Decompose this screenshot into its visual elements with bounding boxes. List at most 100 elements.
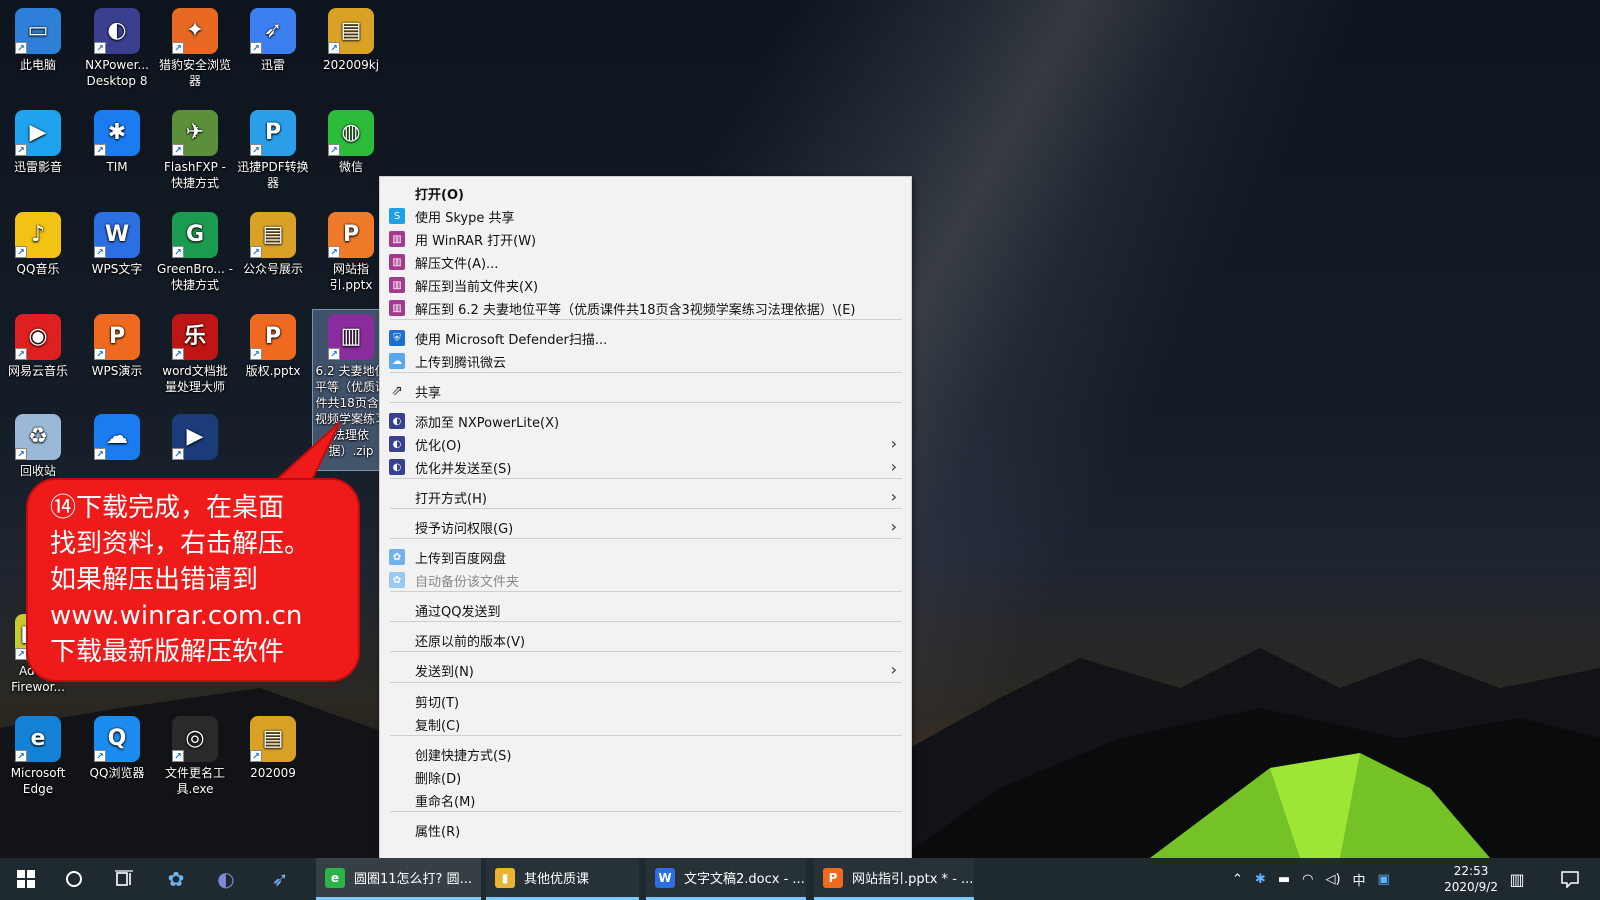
wifi-icon[interactable]: ◠ xyxy=(1302,872,1313,887)
desktop-icon[interactable]: ◐ ↗ NXPower... Desktop 8 xyxy=(79,4,155,89)
start-button[interactable] xyxy=(8,858,44,900)
context-menu-item[interactable]: 授予访问权限(G) › xyxy=(380,515,911,538)
pinned-thunder[interactable]: ➶ xyxy=(262,858,298,900)
context-menu-item[interactable]: 打开(O) xyxy=(380,181,911,204)
context-menu-item-label: 删除(D) xyxy=(415,772,462,787)
pinned-nxpowerlite[interactable]: ◐ xyxy=(208,858,244,900)
desktop-icon[interactable]: P ↗ WPS演示 xyxy=(79,310,155,379)
instruction-callout: ⑭下载完成，在桌面 找到资料，右击解压。 如果解压出错请到 www.winrar… xyxy=(26,478,360,682)
desktop-icon[interactable]: ✦ ↗ 猎豹安全浏览器 xyxy=(157,4,233,89)
context-menu-item-label: 使用 Microsoft Defender扫描... xyxy=(415,333,608,348)
desktop-icon[interactable]: ▤ ↗ 202009kj xyxy=(313,4,389,73)
desktop-icon[interactable]: e ↗ Microsoft Edge xyxy=(0,712,76,797)
context-menu-item[interactable]: ✿ 上传到百度网盘 xyxy=(380,545,911,568)
volume-icon[interactable]: ◁) xyxy=(1325,872,1340,887)
desktop-icon[interactable]: ♪ ↗ QQ音乐 xyxy=(0,208,76,277)
context-menu-item[interactable]: ▥ 解压到 6.2 夫妻地位平等（优质课件共18页含3视频学案练习法理依据）\(E… xyxy=(380,296,911,319)
app-icon: P ↗ xyxy=(94,314,140,360)
context-menu-item[interactable]: 删除(D) xyxy=(380,765,911,788)
shortcut-arrow-icon: ↗ xyxy=(250,42,262,54)
nxpowerlite-icon: ◐ xyxy=(389,459,405,475)
desktop-icon[interactable]: ♻ ↗ 回收站 xyxy=(0,410,76,479)
show-hidden-icons-button[interactable]: ⌃ xyxy=(1232,872,1243,887)
context-menu-item[interactable]: ⇗ 共享 xyxy=(380,379,911,402)
context-menu-item[interactable]: S 使用 Skype 共享 xyxy=(380,204,911,227)
context-menu-item[interactable]: ⛨ 使用 Microsoft Defender扫描... xyxy=(380,326,911,349)
desktop-icon[interactable]: ◍ ↗ 微信 xyxy=(313,106,389,175)
nxpowerlite-icon: ◐ xyxy=(389,413,405,429)
magnifier-tray-button[interactable]: ▥ xyxy=(1502,858,1532,900)
desktop-icon-label: 网易云音乐 xyxy=(7,364,68,378)
shortcut-arrow-icon: ↗ xyxy=(15,750,27,762)
app-icon: ♻ ↗ xyxy=(15,414,61,460)
app-icon: ☁ ↗ xyxy=(94,414,140,460)
desktop-icon[interactable]: P ↗ 版权.pptx xyxy=(235,310,311,379)
desktop-icon[interactable]: ◎ ↗ 文件更名工具.exe xyxy=(157,712,233,797)
context-menu-item[interactable]: ▥ 解压文件(A)... xyxy=(380,250,911,273)
task-view-button[interactable] xyxy=(106,858,142,900)
desktop-icon[interactable]: ✈ ↗ FlashFXP - 快捷方式 xyxy=(157,106,233,191)
context-menu-item[interactable]: 重命名(M) xyxy=(380,788,911,811)
desktop-icon-label: WPS文字 xyxy=(91,262,143,276)
shortcut-arrow-icon: ↗ xyxy=(15,348,27,360)
pinned-baidu-netdisk[interactable]: ✿ xyxy=(158,858,194,900)
nxpowerlite-icon: ◐ xyxy=(217,867,235,891)
clock[interactable]: 22:53 2020/9/2 xyxy=(1444,863,1498,895)
winrar-icon: ▥ xyxy=(389,300,405,316)
desktop-icon[interactable]: P ↗ 网站指引.pptx xyxy=(313,208,389,293)
context-menu-item[interactable]: 还原以前的版本(V) xyxy=(380,628,911,651)
context-menu-item[interactable]: 打开方式(H) › xyxy=(380,485,911,508)
desktop-icon[interactable]: ➶ ↗ 迅雷 xyxy=(235,4,311,73)
context-menu-item[interactable]: ☁ 上传到腾讯微云 xyxy=(380,349,911,372)
qq-browser-tray-icon[interactable]: ▣ xyxy=(1378,872,1390,887)
taskbar-app-button[interactable]: P 网站指引.pptx * - ... xyxy=(814,858,974,900)
context-menu-item[interactable]: ✿ 自动备份该文件夹 xyxy=(380,568,911,591)
shortcut-arrow-icon: ↗ xyxy=(250,750,262,762)
desktop-icon[interactable]: ✱ ↗ TIM xyxy=(79,106,155,175)
action-center-button[interactable] xyxy=(1552,858,1588,900)
skype-icon: S xyxy=(389,208,405,224)
context-menu-item[interactable]: ▥ 解压到当前文件夹(X) xyxy=(380,273,911,296)
winrar-icon: ▥ xyxy=(389,231,405,247)
battery-icon[interactable]: ▬ xyxy=(1278,872,1290,887)
desktop-icon[interactable]: G ↗ GreenBro... - 快捷方式 xyxy=(157,208,233,293)
desktop-icon[interactable]: P ↗ 迅捷PDF转换器 xyxy=(235,106,311,191)
defender-icon: ⛨ xyxy=(389,330,405,346)
shortcut-arrow-icon: ↗ xyxy=(94,144,106,156)
taskbar-app-button[interactable]: ▮ 其他优质课 xyxy=(486,858,639,900)
desktop-icon[interactable]: W ↗ WPS文字 xyxy=(79,208,155,277)
context-menu-item[interactable]: 剪切(T) xyxy=(380,689,911,712)
desktop-icon[interactable]: 乐 ↗ word文档批量处理大师 xyxy=(157,310,233,395)
desktop-icon[interactable]: Q ↗ QQ浏览器 xyxy=(79,712,155,781)
context-menu-item[interactable]: 属性(R) xyxy=(380,818,911,841)
context-menu-item-label: 解压文件(A)... xyxy=(415,257,499,272)
desktop-icon[interactable]: ▭ ↗ 此电脑 xyxy=(0,4,76,73)
callout-line: 找到资料，右击解压。 xyxy=(50,529,311,559)
desktop-icon[interactable]: ◉ ↗ 网易云音乐 xyxy=(0,310,76,379)
desktop-icon[interactable]: ▤ ↗ 202009 xyxy=(235,712,311,781)
search-button[interactable] xyxy=(56,858,92,900)
context-menu-item[interactable]: 复制(C) xyxy=(380,712,911,735)
app-icon: ✱ ↗ xyxy=(94,110,140,156)
taskbar-app-button[interactable]: e 圆圈11怎么打? 圆... xyxy=(316,858,481,900)
desktop-icon[interactable]: ▶ ↗ 迅雷影音 xyxy=(0,106,76,175)
desktop-icon[interactable]: ▶ ↗ xyxy=(157,410,233,463)
context-menu-item-label: 解压到 6.2 夫妻地位平等（优质课件共18页含3视频学案练习法理依据）\(E) xyxy=(415,303,856,318)
context-menu-item-label: 发送到(N) xyxy=(415,665,474,680)
desktop-icon[interactable]: ▤ ↗ 公众号展示 xyxy=(235,208,311,277)
app-icon: ▤ ↗ xyxy=(250,212,296,258)
context-menu-item[interactable]: ◐ 优化(O) › xyxy=(380,432,911,455)
context-menu-item[interactable]: ▥ 用 WinRAR 打开(W) xyxy=(380,227,911,250)
input-method-icon[interactable]: 中 xyxy=(1353,870,1366,889)
taskbar-app-button[interactable]: W 文字文稿2.docx - ... xyxy=(646,858,806,900)
desktop-icon[interactable]: ☁ ↗ xyxy=(79,410,155,463)
context-menu-item[interactable]: 创建快捷方式(S) xyxy=(380,742,911,765)
tim-tray-icon[interactable]: ✱ xyxy=(1255,872,1266,887)
context-menu-item[interactable]: ◐ 优化并发送至(S) › xyxy=(380,455,911,478)
clock-time: 22:53 xyxy=(1453,864,1489,878)
app-icon: ◐ ↗ xyxy=(94,8,140,54)
desktop-icon-label: 文件更名工具.exe xyxy=(164,766,225,796)
context-menu-item[interactable]: 发送到(N) › xyxy=(380,658,911,681)
context-menu-item[interactable]: 通过QQ发送到 xyxy=(380,598,911,621)
context-menu-item[interactable]: ◐ 添加至 NXPowerLite(X) xyxy=(380,409,911,432)
